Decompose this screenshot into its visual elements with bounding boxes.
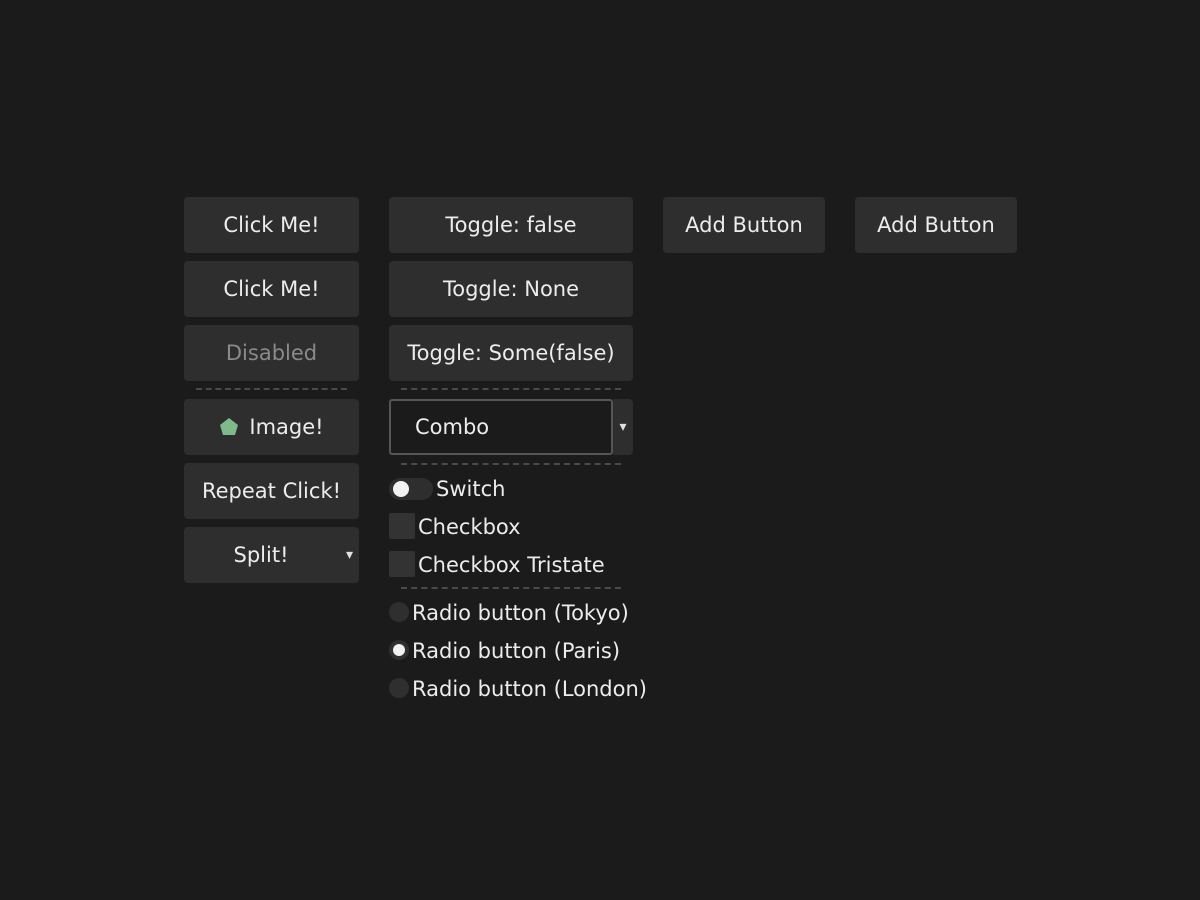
combo-value: Combo bbox=[415, 415, 490, 439]
separator bbox=[196, 388, 347, 390]
click-me-button[interactable]: Click Me! bbox=[184, 197, 359, 253]
toggle-some-button[interactable]: Toggle: Some(false) bbox=[389, 325, 633, 381]
pentagon-icon bbox=[219, 417, 239, 437]
radio-tokyo[interactable] bbox=[389, 602, 409, 622]
radio-london[interactable] bbox=[389, 678, 409, 698]
radio-paris[interactable] bbox=[389, 640, 409, 660]
image-button[interactable]: Image! bbox=[184, 399, 359, 455]
checkbox-tristate-label: Checkbox Tristate bbox=[418, 553, 605, 577]
checkbox[interactable] bbox=[389, 513, 415, 539]
checkbox-tristate[interactable] bbox=[389, 551, 415, 577]
add-button[interactable]: Add Button bbox=[663, 197, 825, 253]
repeat-click-button[interactable]: Repeat Click! bbox=[184, 463, 359, 519]
chevron-down-icon: ▾ bbox=[619, 419, 627, 435]
separator bbox=[401, 587, 621, 589]
image-button-label: Image! bbox=[249, 415, 324, 439]
toggle-none-button[interactable]: Toggle: None bbox=[389, 261, 633, 317]
radio-tokyo-label: Radio button (Tokyo) bbox=[412, 601, 629, 625]
separator bbox=[401, 388, 621, 390]
add-button-2[interactable]: Add Button bbox=[855, 197, 1017, 253]
radio-london-label: Radio button (London) bbox=[412, 677, 647, 701]
click-me-button-2[interactable]: Click Me! bbox=[184, 261, 359, 317]
split-button-label: Split! bbox=[233, 543, 289, 567]
separator bbox=[401, 463, 621, 465]
disabled-button: Disabled bbox=[184, 325, 359, 381]
checkbox-label: Checkbox bbox=[418, 515, 521, 539]
switch-label: Switch bbox=[436, 477, 506, 501]
toggle-bool-button[interactable]: Toggle: false bbox=[389, 197, 633, 253]
radio-paris-label: Radio button (Paris) bbox=[412, 639, 621, 663]
widget-gallery: Click Me! Click Me! Disabled Image! Repe… bbox=[0, 0, 1200, 900]
switch-knob bbox=[393, 481, 409, 497]
combo-dropdown-button[interactable]: ▾ bbox=[613, 399, 633, 455]
chevron-down-icon[interactable]: ▾ bbox=[346, 547, 353, 563]
split-button[interactable]: Split! ▾ bbox=[184, 527, 359, 583]
combo-box[interactable]: Combo bbox=[389, 399, 613, 455]
